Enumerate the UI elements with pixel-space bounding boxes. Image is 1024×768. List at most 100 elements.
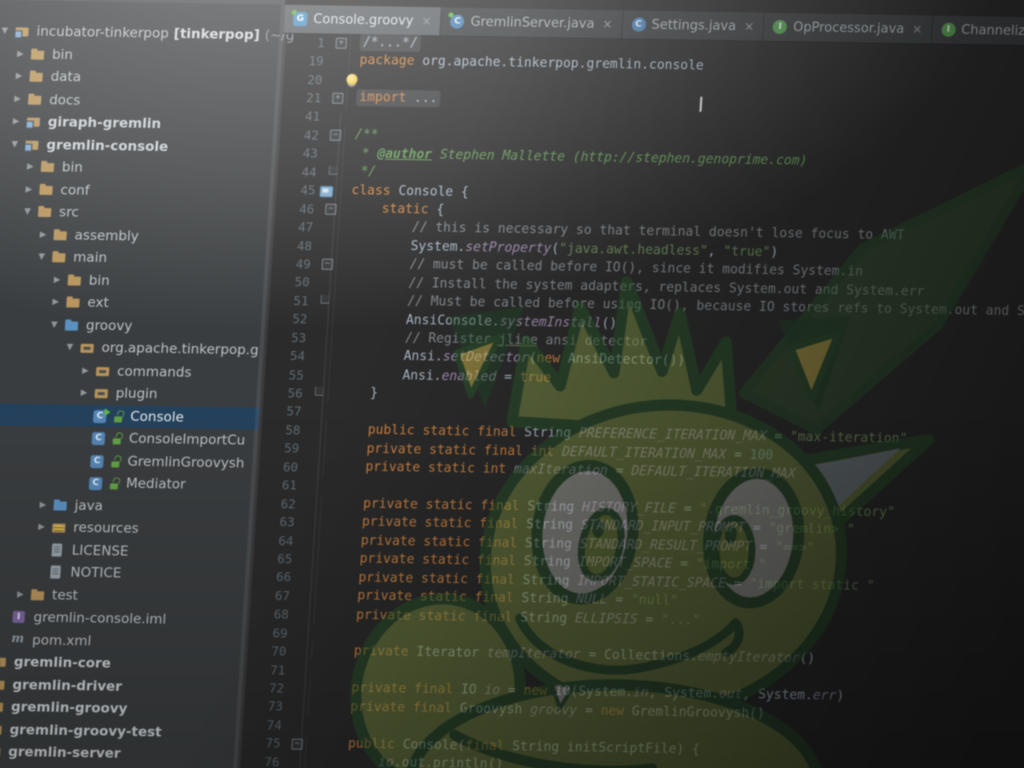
fold-plus-icon[interactable]: + — [331, 89, 347, 108]
tab-console-groovy[interactable]: Console.groovy × — [283, 5, 442, 36]
fold-minus-icon[interactable]: − — [328, 126, 344, 145]
fold-gutter — [292, 697, 308, 716]
fold-gutter — [314, 347, 330, 366]
code-editor[interactable]: 1+/*...*/19package org.apache.tinkerpop.… — [231, 33, 1024, 768]
tab-close-icon[interactable]: × — [602, 17, 613, 31]
line-number: 42 — [277, 127, 330, 143]
module-icon — [0, 744, 4, 760]
interface-file-icon — [941, 23, 956, 37]
folder-icon — [28, 69, 46, 85]
line-number: 47 — [271, 219, 324, 235]
tree-open-arrow-icon[interactable]: ▼ — [51, 320, 65, 330]
fold-gutter — [304, 513, 320, 532]
line-number: 75 — [238, 735, 291, 751]
fold-gutter — [313, 365, 329, 384]
tree-item-label: gremlin-core — [13, 654, 111, 672]
unlock-icon — [109, 477, 122, 491]
tree-closed-arrow-icon[interactable]: ▶ — [27, 162, 41, 172]
tree-closed-arrow-icon[interactable]: ▶ — [25, 184, 39, 194]
unlock-icon — [110, 454, 123, 468]
fold-gutter — [297, 624, 313, 643]
tab-label: Console.groovy — [313, 12, 414, 29]
tab-channelizer[interactable]: Channelizer.× — [931, 16, 1024, 46]
tree-item-label: Mediator — [126, 476, 187, 493]
fold-minus-icon[interactable]: − — [290, 734, 306, 753]
line-number: 68 — [246, 606, 299, 622]
tab-opprocessor-java[interactable]: OpProcessor.java× — [763, 13, 933, 44]
fold-minus-icon[interactable]: − — [324, 200, 340, 219]
tree-item-label: resources — [73, 520, 139, 537]
tree-closed-arrow-icon[interactable]: ▶ — [15, 72, 29, 82]
line-number: 69 — [245, 624, 298, 640]
line-number: 48 — [270, 237, 323, 253]
line-number: 55 — [261, 366, 314, 382]
folded-region[interactable]: import ... — [357, 90, 440, 106]
fold-gutter — [298, 605, 314, 624]
tree-closed-arrow-icon[interactable]: ▶ — [39, 500, 53, 510]
tree-open-arrow-icon[interactable]: ▼ — [11, 139, 25, 149]
fold-end-icon[interactable] — [312, 384, 328, 403]
tab-close-icon[interactable]: × — [744, 19, 755, 33]
line-number: 44 — [274, 164, 327, 180]
module-icon — [25, 114, 43, 130]
fold-gutter — [319, 273, 335, 292]
tree-open-arrow-icon[interactable]: ▼ — [24, 207, 38, 217]
tree-item-label: ConsoleImportCu — [128, 431, 245, 449]
class-gutter-icon[interactable] — [319, 185, 334, 197]
package-icon — [79, 340, 97, 356]
tree-closed-arrow-icon[interactable]: ▶ — [17, 49, 31, 59]
fold-minus-icon[interactable]: − — [320, 255, 336, 274]
fold-plus-icon[interactable]: + — [334, 34, 350, 53]
line-number: 67 — [248, 588, 301, 604]
tree-closed-arrow-icon[interactable]: ▶ — [38, 522, 52, 532]
line-number: 52 — [265, 311, 318, 327]
tree-closed-arrow-icon[interactable]: ▶ — [82, 366, 96, 376]
package-icon — [95, 363, 113, 379]
line-number: 46 — [272, 200, 325, 216]
folder-icon — [38, 182, 56, 198]
tab-close-icon[interactable]: × — [421, 14, 432, 28]
tree-item-label: docs — [49, 92, 81, 109]
fold-gutter — [311, 402, 327, 421]
tree-item-label: gremlin-server — [8, 744, 121, 762]
line-number: 71 — [243, 661, 296, 677]
fold-gutter — [306, 476, 322, 495]
tab-close-icon[interactable]: × — [912, 22, 923, 36]
line-number: 66 — [249, 569, 302, 585]
line-number: 70 — [244, 643, 297, 659]
folder-icon — [65, 295, 83, 311]
tree-open-arrow-icon[interactable]: ▼ — [38, 252, 52, 262]
folded-region[interactable]: /*...*/ — [360, 35, 420, 51]
fold-end-icon[interactable] — [318, 292, 334, 311]
module-bracket-label: [tinkerpop] — [173, 26, 260, 43]
tree-closed-arrow-icon[interactable]: ▶ — [17, 590, 31, 600]
tab-settings-java[interactable]: Settings.java× — [622, 10, 765, 40]
tree-item-label: plugin — [115, 386, 158, 403]
tree-closed-arrow-icon[interactable]: ▶ — [39, 230, 53, 240]
line-number: 57 — [259, 403, 312, 419]
tree-item-label: org.apache.tinkerpop.g — [101, 340, 259, 359]
module-icon — [24, 136, 42, 152]
class-file-icon — [631, 18, 646, 32]
tab-gremlinserver-java[interactable]: GremlinServer.java× — [441, 7, 624, 38]
folder-icon — [52, 227, 70, 243]
module-icon — [0, 699, 7, 715]
tree-open-arrow-icon[interactable]: ▼ — [1, 26, 15, 36]
module-icon — [14, 24, 32, 40]
fold-end-icon[interactable] — [326, 163, 342, 182]
tree-item-label: gremlin-console.iml — [33, 609, 167, 627]
tree-closed-arrow-icon[interactable]: ▶ — [13, 117, 27, 127]
ide-window: Project ▼incubator-tinkerpop[tinkerpop](… — [0, 0, 1024, 768]
tree-open-arrow-icon[interactable]: ▼ — [66, 343, 80, 353]
tree-item-label: conf — [60, 182, 90, 198]
tree-item-label: gremlin-groovy — [10, 699, 127, 717]
tree-closed-arrow-icon[interactable]: ▶ — [14, 94, 28, 104]
tree-item-gremlin-server[interactable]: ▶gremlin-server — [0, 740, 239, 767]
line-number: 61 — [255, 477, 308, 493]
tree-closed-arrow-icon[interactable]: ▶ — [52, 297, 66, 307]
line-number: 54 — [263, 348, 316, 364]
line-number: 74 — [239, 717, 292, 733]
tree-item-label: LICENSE — [71, 543, 129, 560]
tree-closed-arrow-icon[interactable]: ▶ — [80, 388, 94, 398]
tree-closed-arrow-icon[interactable]: ▶ — [54, 275, 68, 285]
